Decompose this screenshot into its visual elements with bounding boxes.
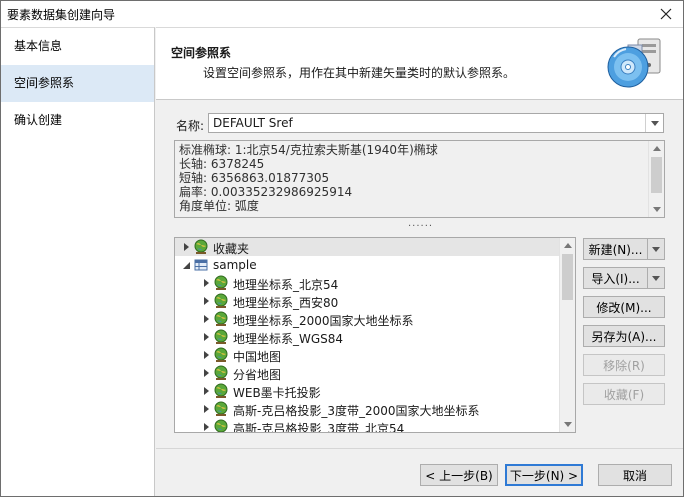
tree-row-label: 高斯-克吕格投影_3度带_2000国家大地坐标系	[233, 404, 480, 418]
tree-expanded-icon[interactable]	[181, 259, 191, 271]
tree-row-label: 高斯-克吕格投影_3度带_北京54	[233, 422, 405, 433]
close-icon	[660, 8, 672, 20]
globe-icon	[213, 401, 229, 417]
cancel-button[interactable]: 取消	[598, 464, 672, 486]
tree-collapsed-icon[interactable]	[201, 295, 211, 307]
close-button[interactable]	[655, 4, 677, 24]
nav-item-basic-info[interactable]: 基本信息	[1, 28, 154, 65]
save-as-button[interactable]: 另存为(A)...	[583, 325, 665, 347]
tree-collapsed-icon[interactable]	[181, 241, 191, 253]
globe-icon	[213, 347, 229, 363]
chevron-down-icon[interactable]	[647, 268, 664, 288]
tree-collapsed-icon[interactable]	[201, 403, 211, 415]
tree-scrollbar[interactable]	[559, 238, 575, 432]
nav-item-spatial-reference[interactable]: 空间参照系	[1, 65, 154, 102]
import-button[interactable]: 导入(I)...	[583, 267, 665, 289]
globe-folder-icon	[193, 239, 209, 255]
name-dropdown[interactable]: DEFAULT Sref	[208, 113, 664, 133]
wizard-window: 要素数据集创建向导 基本信息 空间参照系 确认创建 空间参照系 设置空间参照系，…	[0, 0, 684, 497]
tree-collapsed-icon[interactable]	[201, 385, 211, 397]
next-button[interactable]: 下一步(N) >	[505, 464, 583, 486]
tree-row[interactable]: 地理坐标系_北京54	[175, 274, 561, 292]
tree-row[interactable]: 高斯-克吕格投影_3度带_2000国家大地坐标系	[175, 400, 561, 418]
nav-item-confirm-create[interactable]: 确认创建	[1, 102, 154, 139]
globe-icon	[213, 275, 229, 291]
tree-row[interactable]: WEB墨卡托投影	[175, 382, 561, 400]
info-scrollbar[interactable]	[648, 141, 664, 217]
globe-icon	[213, 419, 229, 432]
tree-collapsed-icon[interactable]	[201, 331, 211, 343]
info-ellipsoid: 标准椭球: 1:北京54/克拉索夫斯基(1940年)椭球	[179, 143, 438, 157]
tree-row-label: 分省地图	[233, 368, 282, 382]
reference-tree: 收藏夹 sample 地理坐标系_北京54 地理坐标系_西安80 地理坐标系_2000国…	[174, 237, 576, 433]
scroll-down-icon[interactable]	[560, 417, 575, 432]
globe-icon	[213, 329, 229, 345]
import-button-label: 导入(I)...	[591, 271, 640, 286]
nav-item-label: 确认创建	[14, 113, 63, 127]
scroll-up-icon[interactable]	[649, 141, 664, 156]
modify-button[interactable]: 修改(M)...	[583, 296, 665, 318]
panel-splitter[interactable]: ......	[408, 219, 432, 230]
globe-icon	[213, 383, 229, 399]
remove-button[interactable]: 移除(R)	[583, 354, 665, 376]
scrollbar-thumb[interactable]	[651, 157, 662, 193]
title-bar: 要素数据集创建向导	[1, 1, 683, 27]
favorite-button[interactable]: 收藏(F)	[583, 383, 665, 405]
tree-collapsed-icon[interactable]	[201, 277, 211, 289]
tree-collapsed-icon[interactable]	[201, 349, 211, 361]
step-description: 设置空间参照系，用作在其中新建矢量类时的默认参照系。	[203, 66, 516, 80]
info-flattening: 扁率: 0.00335232986925914	[179, 185, 353, 199]
footer-divider	[156, 448, 683, 449]
globe-icon	[213, 365, 229, 381]
globe-icon	[213, 293, 229, 309]
step-header: 空间参照系 设置空间参照系，用作在其中新建矢量类时的默认参照系。	[156, 28, 683, 100]
database-icon	[193, 257, 209, 273]
wizard-content: 空间参照系 设置空间参照系，用作在其中新建矢量类时的默认参照系。 名称: DEF…	[156, 27, 683, 496]
scroll-down-icon[interactable]	[649, 202, 664, 217]
info-minor-axis: 短轴: 6356863.01877305	[179, 171, 330, 185]
window-title: 要素数据集创建向导	[7, 8, 116, 22]
tree-row-label: 中国地图	[233, 350, 282, 364]
step-title: 空间参照系	[171, 46, 232, 60]
tree-row-label: 地理坐标系_WGS84	[233, 332, 344, 346]
tree-collapsed-icon[interactable]	[201, 367, 211, 379]
nav-item-label: 基本信息	[14, 39, 63, 53]
info-angle-unit: 角度单位: 弧度	[179, 199, 259, 213]
tree-collapsed-icon[interactable]	[201, 313, 211, 325]
tree-row-label: 地理坐标系_西安80	[233, 296, 339, 310]
nav-item-label: 空间参照系	[14, 76, 75, 90]
tree-row[interactable]: 分省地图	[175, 364, 561, 382]
name-label: 名称:	[176, 119, 205, 133]
tree-row-label: 地理坐标系_北京54	[233, 278, 339, 292]
new-button[interactable]: 新建(N)...	[583, 238, 665, 260]
info-major-axis: 长轴: 6378245	[179, 157, 265, 171]
wizard-steps-nav: 基本信息 空间参照系 确认创建	[1, 27, 155, 496]
scrollbar-thumb[interactable]	[562, 254, 573, 300]
tree-row[interactable]: sample	[175, 256, 561, 274]
tree-row-label: WEB墨卡托投影	[233, 386, 321, 400]
tree-row-label: sample	[213, 258, 257, 272]
chevron-down-icon[interactable]	[647, 239, 664, 259]
prev-button[interactable]: < 上一步(B)	[420, 464, 498, 486]
tree-row-label: 收藏夹	[213, 242, 250, 256]
chevron-down-icon[interactable]	[645, 114, 663, 132]
new-button-label: 新建(N)...	[588, 242, 643, 257]
tree-row-label: 地理坐标系_2000国家大地坐标系	[233, 314, 414, 328]
tree-row[interactable]: 地理坐标系_WGS84	[175, 328, 561, 346]
spatial-reference-info: 标准椭球: 1:北京54/克拉索夫斯基(1940年)椭球 长轴: 6378245…	[174, 140, 665, 218]
tree-row[interactable]: 地理坐标系_西安80	[175, 292, 561, 310]
scroll-up-icon[interactable]	[560, 238, 575, 253]
tree-row[interactable]: 高斯-克吕格投影_3度带_北京54	[175, 418, 561, 433]
name-dropdown-value: DEFAULT Sref	[213, 116, 293, 130]
tree-row[interactable]: 地理坐标系_2000国家大地坐标系	[175, 310, 561, 328]
tree-row[interactable]: 中国地图	[175, 346, 561, 364]
disc-computer-icon	[607, 38, 661, 88]
tree-collapsed-icon[interactable]	[201, 421, 211, 432]
tree-row[interactable]: 收藏夹	[175, 238, 561, 256]
globe-icon	[213, 311, 229, 327]
